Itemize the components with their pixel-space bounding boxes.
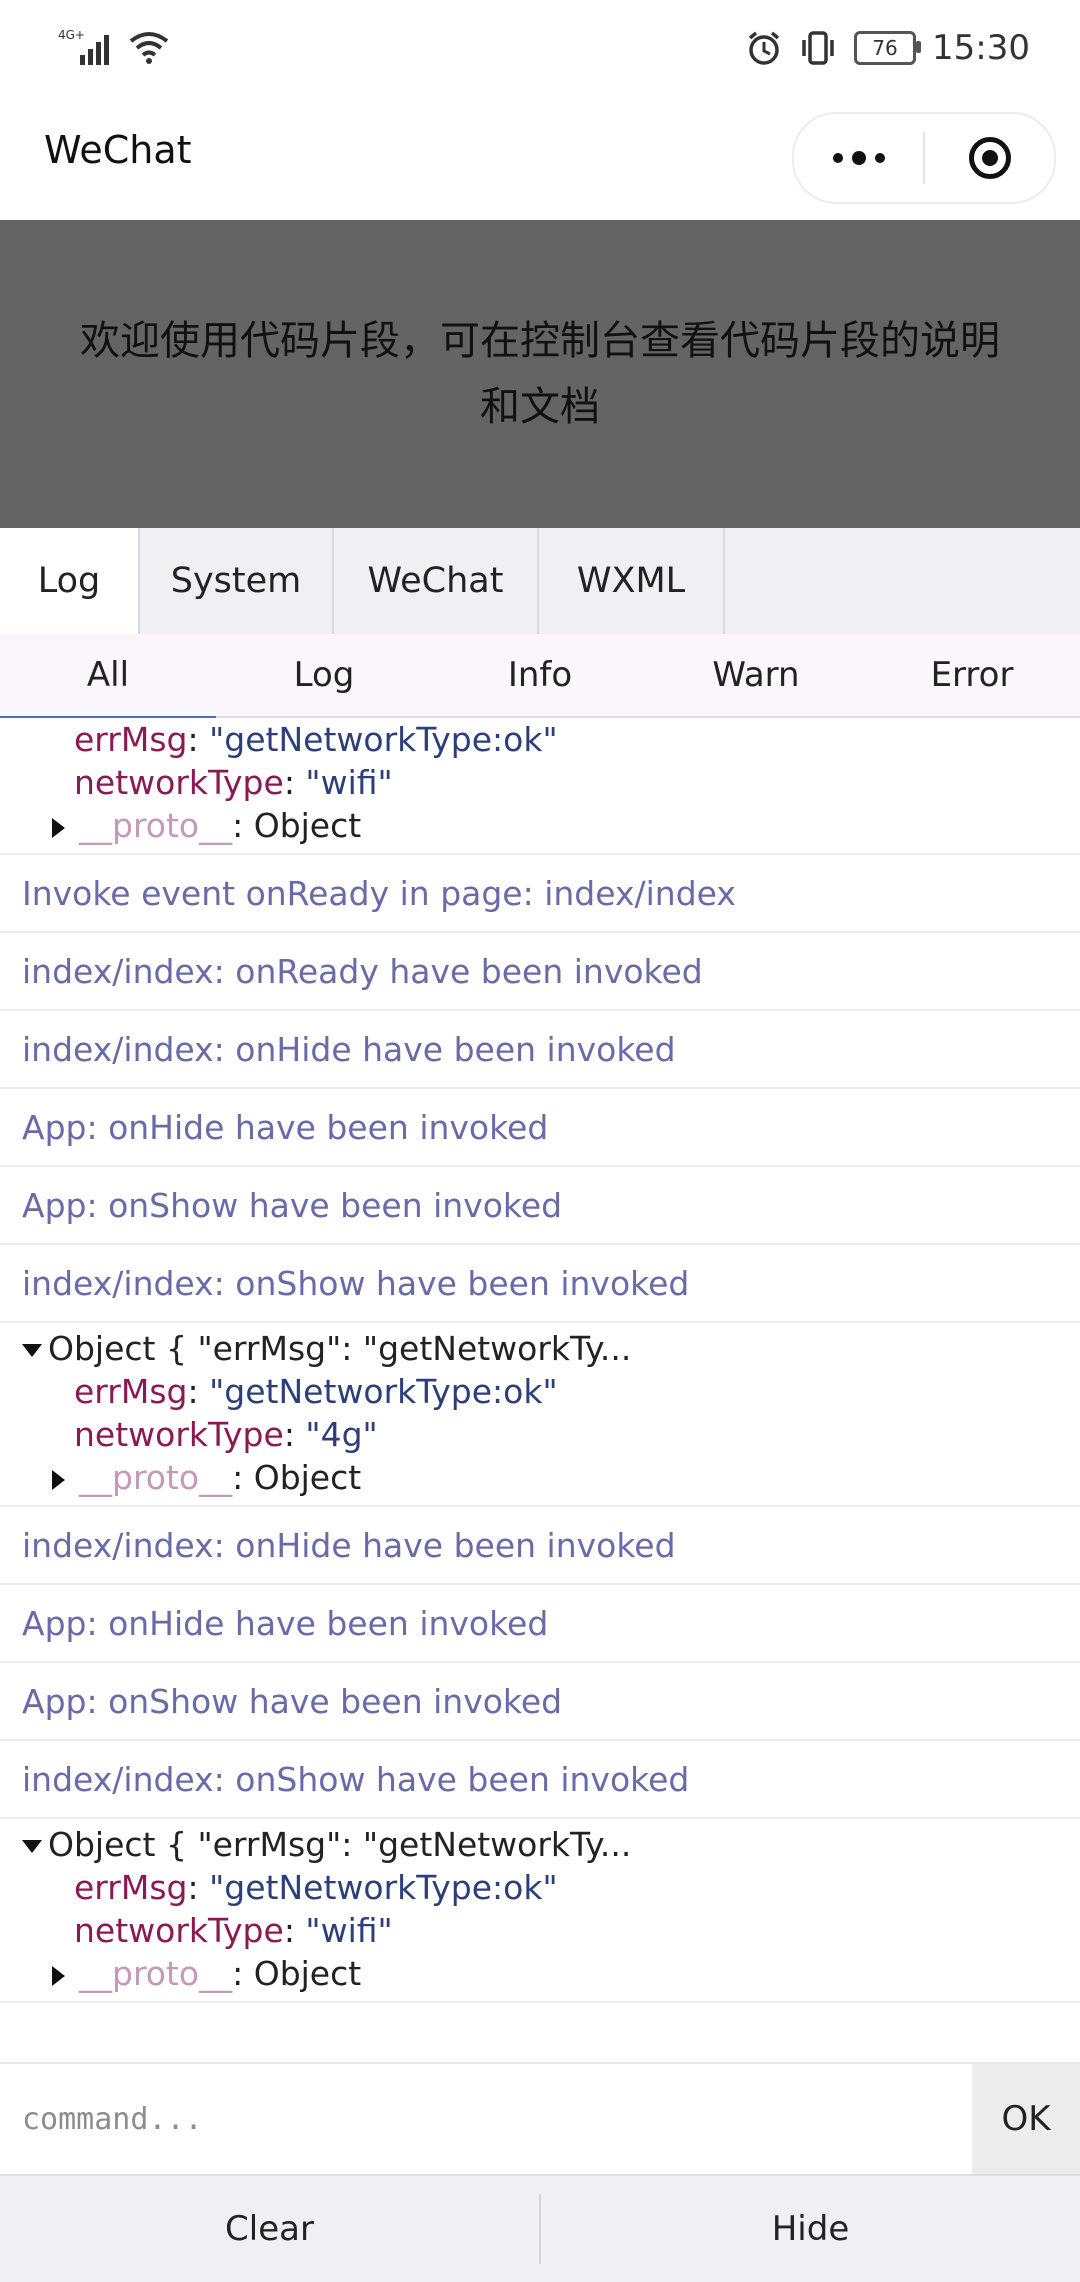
- filter-all[interactable]: All: [0, 634, 216, 718]
- console-tabs: Log System WeChat WXML: [0, 528, 1080, 636]
- log-list[interactable]: errMsg: "getNetworkType:ok" networkType:…: [0, 718, 1080, 2062]
- prop-key: networkType: [74, 763, 284, 802]
- prop-key: errMsg: [74, 1868, 188, 1907]
- log-object: Object { "errMsg": "getNetworkTy... errM…: [0, 1323, 1080, 1507]
- menu-capsule: [792, 112, 1056, 204]
- filter-warn[interactable]: Warn: [648, 634, 864, 716]
- log-message: index/index: onShow have been invoked: [0, 1741, 1080, 1819]
- log-message: App: onShow have been invoked: [0, 1167, 1080, 1245]
- prop-value: "getNetworkType:ok": [209, 720, 558, 759]
- collapse-arrow-icon[interactable]: [22, 1840, 42, 1853]
- prop-value: "wifi": [305, 1911, 393, 1950]
- wifi-icon: [129, 32, 169, 64]
- vibrate-icon: [802, 31, 834, 65]
- expand-arrow-icon[interactable]: [52, 1469, 65, 1490]
- log-message: index/index: onReady have been invoked: [0, 933, 1080, 1011]
- proto-value: : Object: [232, 806, 362, 845]
- object-prop-row: networkType: "wifi": [74, 763, 393, 802]
- object-header[interactable]: Object { "errMsg": "getNetworkTy...: [0, 1327, 1080, 1370]
- alarm-icon: [748, 31, 780, 65]
- log-message: index/index: onHide have been invoked: [0, 1507, 1080, 1585]
- proto-row[interactable]: __proto__: Object: [0, 1952, 1080, 1995]
- object-summary: Object { "errMsg": "getNetworkTy...: [48, 1329, 632, 1368]
- object-header[interactable]: Object { "errMsg": "getNetworkTy...: [0, 1823, 1080, 1866]
- proto-key: __proto__: [79, 1954, 233, 1993]
- command-input[interactable]: [0, 2064, 972, 2174]
- more-button[interactable]: [794, 114, 923, 202]
- log-object-partial: errMsg: "getNetworkType:ok" networkType:…: [0, 718, 1080, 855]
- battery-icon: 76: [854, 31, 922, 65]
- log-object: Object { "errMsg": "getNetworkTy... errM…: [0, 1819, 1080, 2003]
- log-message: index/index: onHide have been invoked: [0, 1011, 1080, 1089]
- status-right: 76 15:30: [746, 18, 1030, 78]
- object-prop-row: errMsg: "getNetworkType:ok": [74, 1868, 558, 1907]
- tab-wechat[interactable]: WeChat: [334, 528, 539, 634]
- status-bar: 4G+ 76 15:30: [0, 0, 1080, 96]
- command-bar: OK: [0, 2062, 1080, 2176]
- expand-arrow-icon[interactable]: [52, 1965, 65, 1986]
- proto-key: __proto__: [79, 806, 233, 845]
- bottom-bar: Clear Hide: [0, 2174, 1080, 2282]
- signal-icon: 4G+: [58, 28, 109, 65]
- log-message: App: onShow have been invoked: [0, 1663, 1080, 1741]
- prop-value: "getNetworkType:ok": [209, 1868, 558, 1907]
- tab-log[interactable]: Log: [0, 528, 140, 634]
- object-prop-row: errMsg: "getNetworkType:ok": [74, 1372, 558, 1411]
- tab-wxml[interactable]: WXML: [539, 528, 725, 634]
- object-prop-row: networkType: "wifi": [74, 1911, 393, 1950]
- prop-key: errMsg: [74, 1372, 188, 1411]
- battery-level: 76: [872, 36, 898, 60]
- proto-key: __proto__: [79, 1458, 233, 1497]
- status-time: 15:30: [932, 28, 1030, 68]
- proto-value: : Object: [232, 1954, 362, 1993]
- object-prop-row: errMsg: "getNetworkType:ok": [74, 720, 558, 759]
- ok-button[interactable]: OK: [972, 2064, 1080, 2174]
- prop-value: "4g": [305, 1415, 378, 1454]
- log-message: index/index: onShow have been invoked: [0, 1245, 1080, 1323]
- proto-value: : Object: [232, 1458, 362, 1497]
- log-message: App: onHide have been invoked: [0, 1585, 1080, 1663]
- more-dots-icon: [832, 151, 885, 165]
- proto-row[interactable]: __proto__: Object: [0, 1456, 1080, 1499]
- prop-key: networkType: [74, 1911, 284, 1950]
- welcome-banner: 欢迎使用代码片段，可在控制台查看代码片段的说明和文档: [0, 220, 1080, 528]
- log-message: App: onHide have been invoked: [0, 1089, 1080, 1167]
- log-message: Invoke event onReady in page: index/inde…: [0, 855, 1080, 933]
- log-filter-bar: All Log Info Warn Error: [0, 634, 1080, 718]
- filter-error[interactable]: Error: [864, 634, 1080, 716]
- expand-arrow-icon[interactable]: [52, 817, 65, 838]
- network-type: 4G+: [58, 28, 85, 42]
- welcome-text: 欢迎使用代码片段，可在控制台查看代码片段的说明和文档: [80, 318, 1000, 430]
- proto-row[interactable]: __proto__: Object: [0, 804, 1080, 847]
- object-prop-row: networkType: "4g": [74, 1415, 378, 1454]
- prop-key: networkType: [74, 1415, 284, 1454]
- clear-button[interactable]: Clear: [0, 2176, 539, 2282]
- collapse-arrow-icon[interactable]: [22, 1344, 42, 1357]
- prop-key: errMsg: [74, 720, 188, 759]
- prop-value: "getNetworkType:ok": [209, 1372, 558, 1411]
- filter-info[interactable]: Info: [432, 634, 648, 716]
- prop-value: "wifi": [305, 763, 393, 802]
- close-miniprogram-button[interactable]: [925, 114, 1054, 202]
- target-icon: [968, 137, 1011, 179]
- nav-header: WeChat: [0, 96, 1080, 220]
- hide-button[interactable]: Hide: [541, 2176, 1080, 2282]
- page-title: WeChat: [44, 128, 192, 172]
- tab-system[interactable]: System: [140, 528, 334, 634]
- filter-log[interactable]: Log: [216, 634, 432, 716]
- object-summary: Object { "errMsg": "getNetworkTy...: [48, 1825, 632, 1864]
- status-left: 4G+: [58, 22, 170, 72]
